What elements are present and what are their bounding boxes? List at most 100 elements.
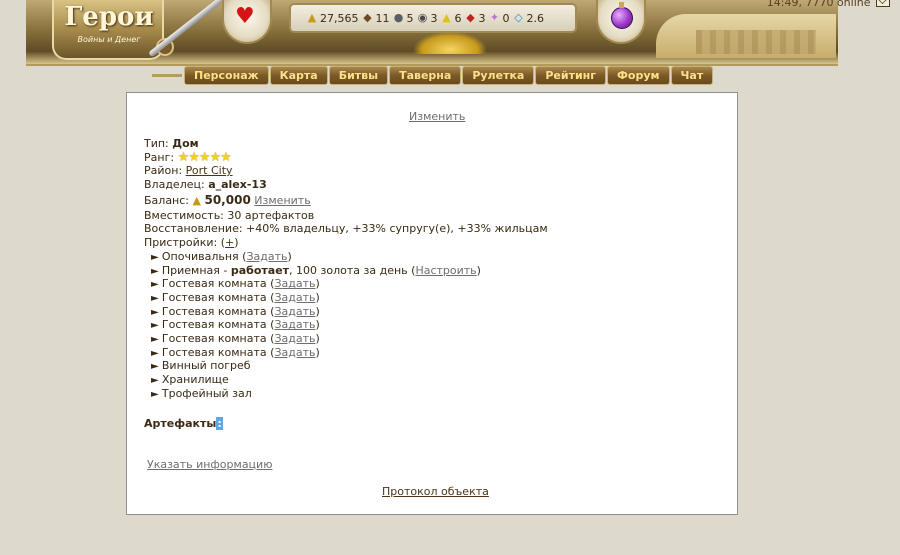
object-panel: Изменить Тип: Дом Ранг: ★★★★★ Район: Por…	[126, 92, 738, 515]
capacity-row: Вместимость: 30 артефактов	[144, 208, 315, 222]
nav-rating[interactable]: Рейтинг	[535, 66, 607, 85]
resource-sulfur: ▲ 6	[440, 11, 461, 25]
paren-close: )	[315, 318, 320, 332]
change-object-link[interactable]: Изменить	[409, 110, 465, 123]
paren-close: )	[315, 277, 320, 291]
set-addon-link[interactable]: Задать	[274, 332, 315, 345]
addon-name: Гостевая комната	[161, 304, 267, 318]
text-selection-marker: :	[216, 417, 223, 430]
logo-title: Герои	[64, 2, 154, 32]
server-clock: 14:49, 7770 online	[767, 0, 890, 9]
set-addon-link[interactable]: Задать	[274, 346, 315, 359]
owner-label: Владелец:	[144, 178, 209, 192]
owner-row: Владелец: a_alex-13	[144, 178, 548, 192]
arrow-right-icon: ►	[151, 251, 162, 263]
addon-item: ► Гостевая комната (Задать)	[144, 346, 548, 360]
arrow-right-icon: ►	[151, 265, 162, 277]
provide-info-link[interactable]: Указать информацию	[147, 458, 272, 471]
addon-item: ► Трофейный зал	[144, 387, 548, 401]
addon-item: ► Опочивальня (Задать)	[144, 250, 548, 264]
arrow-right-icon: ►	[151, 347, 162, 359]
addon-item: ► Гостевая комната (Задать)	[144, 277, 548, 291]
resource-gold: ▲ 27,565	[305, 12, 359, 25]
resource-value: 2.6	[526, 11, 545, 25]
set-addon-link[interactable]: Задать	[274, 291, 315, 304]
nav-roulette[interactable]: Рулетка	[462, 66, 535, 85]
paren-close: )	[287, 249, 292, 263]
resource-wood: ◆ 11	[361, 11, 390, 25]
nav-character[interactable]: Персонаж	[184, 66, 269, 85]
set-addon-link[interactable]: Задать	[274, 318, 315, 331]
nav-chat[interactable]: Чат	[670, 66, 714, 85]
resource-ore: ● 5	[392, 12, 414, 25]
configure-addon-link[interactable]: Настроить	[415, 264, 476, 277]
artifacts-heading: Артефакты:	[144, 417, 223, 430]
arrow-right-icon: ►	[151, 306, 162, 318]
sulfur-icon: ▲	[442, 11, 451, 24]
balance-label: Баланс:	[144, 193, 193, 207]
addon-item: ► Гостевая комната (Задать)	[144, 332, 548, 346]
balance-row: Баланс: ▲ 50,000 Изменить	[144, 192, 548, 209]
set-addon-link[interactable]: Задать	[274, 277, 315, 290]
type-row: Тип: Дом	[144, 137, 548, 151]
nav-map[interactable]: Карта	[269, 66, 328, 85]
arrow-right-icon: ►	[151, 333, 162, 345]
paren-close: )	[476, 263, 481, 277]
addons-label: Пристройки: (	[144, 236, 226, 250]
logo-subtitle: Войны и Денег	[77, 35, 141, 44]
ore-icon: ●	[393, 11, 404, 24]
addon-name: Винный погреб	[161, 359, 251, 373]
resource-bar: ▲ 27,565 ◆ 11 ● 5 ◉ 3 ▲ 6 ◆ 3 ✦ 0 ◇ 2.6	[289, 3, 577, 33]
artifacts-label: Артефакты	[144, 417, 217, 430]
type-value: Дом	[172, 137, 199, 150]
paren-close: )	[315, 345, 320, 359]
addon-name: Гостевая комната	[161, 331, 267, 345]
gold-icon: ▲	[307, 11, 317, 24]
nav-battles[interactable]: Битвы	[328, 66, 389, 85]
arrow-right-icon: ►	[151, 279, 162, 291]
set-addon-link[interactable]: Задать	[274, 305, 315, 318]
addon-name: Хранилище	[161, 373, 229, 386]
addon-name: Трофейный зал	[161, 386, 252, 400]
game-logo[interactable]: Герои Войны и Денег	[52, 0, 164, 60]
mercury-icon: ◉	[417, 11, 428, 24]
restore-row: Восстановление: +40% владельцу, +33% суп…	[144, 222, 548, 236]
addon-name: Гостевая комната	[161, 277, 267, 291]
district-link[interactable]: Port City	[186, 164, 233, 177]
paren-close: )	[315, 290, 320, 304]
nav-forum[interactable]: Форум	[607, 66, 670, 85]
wood-icon: ◆	[363, 11, 372, 24]
resource-value: 0	[502, 11, 510, 25]
arrow-right-icon: ►	[151, 361, 162, 373]
resource-value: 5	[406, 11, 414, 25]
rank-row: Ранг: ★★★★★	[144, 150, 548, 165]
potion-icon	[611, 2, 633, 29]
arrow-right-icon: ►	[151, 320, 162, 332]
addon-item: ► Приемная - работает, 100 золота за ден…	[144, 264, 548, 278]
addon-status: работает	[230, 263, 290, 277]
addon-item: ► Гостевая комната (Задать)	[144, 291, 548, 305]
resource-value: 11	[375, 11, 390, 25]
main-nav: Персонаж Карта Битвы Таверна Рулетка Рей…	[184, 66, 714, 85]
add-addon-link[interactable]: +	[225, 236, 234, 249]
balance-value: 50,000	[204, 192, 251, 207]
addon-item: ► Гостевая комната (Задать)	[144, 318, 548, 332]
gold-pile-artwork	[414, 32, 486, 54]
mail-icon[interactable]	[876, 0, 890, 7]
resource-diamond: ◇ 2.6	[512, 11, 545, 25]
resource-value: 27,565	[320, 11, 359, 25]
object-protocol-link[interactable]: Протокол объекта	[382, 485, 489, 498]
addon-name: Гостевая комната	[161, 318, 267, 332]
owner-value: a_alex-13	[208, 178, 267, 192]
rank-label: Ранг:	[144, 150, 178, 164]
set-addon-link[interactable]: Задать	[246, 250, 287, 263]
change-balance-link[interactable]: Изменить	[254, 194, 310, 207]
object-details: Тип: Дом Ранг: ★★★★★ Район: Port City Вл…	[144, 137, 548, 400]
paren-close: )	[315, 331, 320, 345]
heart-icon: ♥	[235, 4, 255, 29]
addon-name: Гостевая комната	[161, 345, 267, 359]
district-row: Район: Port City	[144, 164, 548, 178]
nav-tavern[interactable]: Таверна	[389, 66, 462, 85]
resource-gems: ✦ 0	[488, 12, 510, 25]
resource-crystal: ◆ 3	[464, 12, 485, 25]
